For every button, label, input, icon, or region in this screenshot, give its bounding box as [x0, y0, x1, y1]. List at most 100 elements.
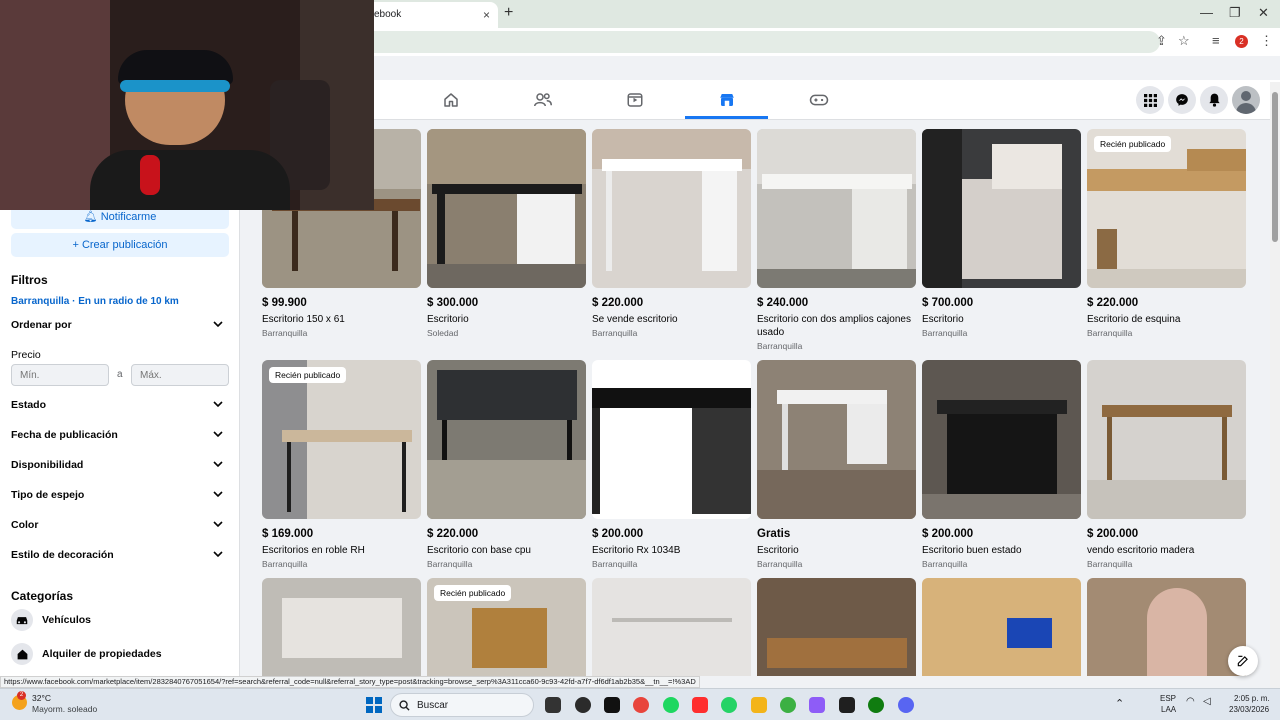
filter-disponibilidad[interactable]: Disponibilidad [11, 459, 229, 477]
chevron-down-icon [213, 551, 223, 558]
address-bar[interactable] [300, 31, 1160, 53]
input-language-top[interactable]: ESP [1160, 694, 1176, 703]
scrollbar-thumb[interactable] [1272, 92, 1278, 242]
browser-tab[interactable]: ebook × [362, 2, 498, 28]
filters-heading: Filtros [11, 273, 48, 287]
browser-menu-icon[interactable]: ⋮ [1260, 33, 1273, 49]
listing-photo[interactable] [757, 129, 916, 288]
filter-fecha-publicacion[interactable]: Fecha de publicación [11, 429, 229, 447]
app-icon[interactable] [809, 697, 825, 713]
restore-icon[interactable]: ❐ [1229, 5, 1241, 21]
clock-date[interactable]: 23/03/2026 [1229, 705, 1269, 714]
listing-photo[interactable] [757, 578, 916, 676]
listing-photo[interactable] [922, 129, 1081, 288]
notifications-bell-icon[interactable] [1200, 86, 1228, 114]
chevron-down-icon [213, 431, 223, 438]
taskbar-search[interactable]: Buscar [390, 693, 534, 717]
tray-chevron-icon[interactable]: ⌃ [1115, 697, 1124, 710]
wifi-icon[interactable]: ◠ [1186, 696, 1195, 707]
chevron-down-icon [213, 461, 223, 468]
friends-icon[interactable] [532, 89, 554, 111]
location-filter-link[interactable]: Barranquilla · En un radio de 10 km [11, 296, 179, 307]
listing-location: Barranquilla [757, 559, 803, 569]
weather-desc: Mayorm. soleado [32, 704, 98, 714]
filter-estado[interactable]: Estado [11, 399, 229, 417]
listing-photo[interactable] [592, 360, 751, 519]
listing-photo[interactable] [262, 360, 421, 519]
reading-list-icon[interactable]: ≡ [1212, 33, 1220, 48]
filter-tipo-espejo[interactable]: Tipo de espejo [11, 489, 229, 507]
filter-color[interactable]: Color [11, 519, 229, 537]
listing-title: Escritorios en roble RH [262, 545, 365, 556]
page-scrollbar[interactable] [1270, 82, 1280, 688]
listing-photo[interactable] [427, 360, 586, 519]
xbox-icon[interactable] [868, 697, 884, 713]
listing-title: Escritorio con dos amplios cajones usado [757, 314, 911, 338]
extension-badge[interactable]: 2 [1235, 35, 1248, 48]
video-icon[interactable] [624, 89, 646, 111]
listing-price: $ 220.000 [592, 297, 644, 309]
file-explorer-icon[interactable] [751, 697, 767, 713]
filter-label: Estilo de decoración [11, 549, 114, 561]
minimize-icon[interactable]: — [1200, 5, 1213, 20]
listing-photo[interactable] [592, 578, 751, 676]
tab-close-icon[interactable]: × [483, 2, 490, 28]
create-listing-button[interactable]: + Crear publicación [11, 233, 229, 257]
app-icon[interactable] [839, 697, 855, 713]
price-max-input[interactable] [131, 364, 229, 386]
tiktok-icon[interactable] [604, 697, 620, 713]
search-icon [399, 700, 410, 711]
volume-icon[interactable]: ◁ [1203, 696, 1211, 707]
chrome-icon[interactable] [633, 697, 649, 713]
bookmark-star-icon[interactable]: ☆ [1178, 33, 1190, 49]
close-window-icon[interactable]: ✕ [1258, 5, 1269, 21]
price-min-input[interactable] [11, 364, 109, 386]
listing-price: $ 200.000 [592, 528, 644, 540]
discord-icon[interactable] [898, 697, 914, 713]
listing-price: $ 700.000 [922, 297, 974, 309]
listing-price: $ 220.000 [427, 528, 479, 540]
listings-grid: $ 99.900 Escritorio 150 x 61 Barranquill… [262, 129, 1252, 676]
new-tab-button[interactable]: + [504, 4, 513, 22]
clock-time[interactable]: 2:05 p. m. [1234, 694, 1270, 703]
listing-photo[interactable] [427, 129, 586, 288]
webcam-overlay [0, 0, 374, 210]
listing-photo[interactable] [1087, 360, 1246, 519]
listing-photo[interactable] [1087, 129, 1246, 288]
listing-price: $ 99.900 [262, 297, 307, 309]
menu-grid-icon[interactable] [1136, 86, 1164, 114]
listing-photo[interactable] [1087, 578, 1246, 676]
compose-message-button[interactable] [1228, 646, 1258, 676]
whatsapp-icon[interactable] [721, 697, 737, 713]
install-app-icon[interactable]: ⇪ [1156, 33, 1167, 49]
chevron-down-icon [213, 521, 223, 528]
gaming-icon[interactable] [808, 89, 830, 111]
listing-title: Escritorio de esquina [1087, 314, 1181, 325]
app-icon[interactable] [780, 697, 796, 713]
sort-by-dropdown[interactable]: Ordenar por [11, 319, 229, 337]
input-language-bottom[interactable]: LAA [1161, 705, 1176, 714]
filter-label: Fecha de publicación [11, 429, 118, 441]
profile-avatar[interactable] [1232, 86, 1260, 114]
listing-photo[interactable] [922, 360, 1081, 519]
marketplace-icon[interactable] [716, 89, 738, 111]
bell-icon: 🔔︎ [83, 211, 98, 223]
listing-photo[interactable] [592, 129, 751, 288]
windows-start-icon[interactable] [366, 697, 382, 713]
listing-location: Barranquilla [592, 559, 638, 569]
app-icon[interactable] [692, 697, 708, 713]
listing-title: Escritorio 150 x 61 [262, 314, 345, 325]
listing-photo[interactable] [922, 578, 1081, 676]
plus-icon: + [72, 239, 79, 251]
app-icon[interactable] [575, 697, 591, 713]
task-view-icon[interactable] [545, 697, 561, 713]
filter-estilo-decoracion[interactable]: Estilo de decoración [11, 549, 229, 567]
listing-location: Barranquilla [922, 559, 968, 569]
messenger-icon[interactable] [1168, 86, 1196, 114]
spotify-icon[interactable] [663, 697, 679, 713]
listing-photo[interactable] [757, 360, 916, 519]
filter-label: Tipo de espejo [11, 489, 85, 501]
listing-photo[interactable] [262, 578, 421, 676]
chevron-down-icon [213, 321, 223, 328]
home-icon[interactable] [440, 89, 462, 111]
